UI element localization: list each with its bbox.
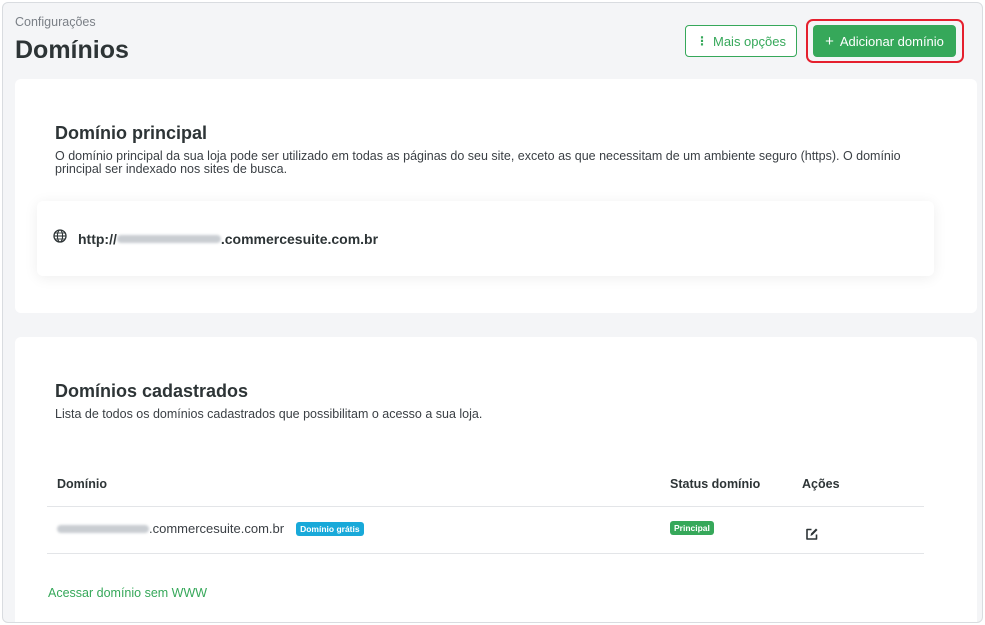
principal-domain-title: Domínio principal xyxy=(55,123,208,143)
more-vertical-icon: ⋮ xyxy=(696,34,708,48)
redacted-store-name xyxy=(57,524,149,533)
principal-domain-box: http:// .commercesuite.com.br xyxy=(37,201,934,276)
registered-domains-title: Domínios cadastrados xyxy=(55,381,249,401)
registered-domains-description: Lista de todos os domínios cadastrados q… xyxy=(55,407,483,421)
principal-domain-card: Domínio principal O domínio principal da… xyxy=(15,79,977,313)
principal-domain-url-suffix: .commercesuite.com.br xyxy=(220,230,379,247)
more-options-button[interactable]: ⋮ Mais opções xyxy=(685,25,797,57)
app-window: Configurações Domínios ⋮ Mais opções + A… xyxy=(2,2,983,623)
domain-cell: .commercesuite.com.br Domínio grátis xyxy=(57,521,364,536)
access-domain-without-www-link[interactable]: Acessar domínio sem WWW xyxy=(48,586,207,600)
breadcrumb[interactable]: Configurações xyxy=(15,15,96,29)
edit-icon[interactable] xyxy=(805,527,819,544)
plus-icon: + xyxy=(825,32,834,50)
principal-domain-url: http:// .commercesuite.com.br xyxy=(78,231,378,247)
redacted-store-name xyxy=(116,234,221,243)
free-domain-badge: Domínio grátis xyxy=(296,521,364,536)
status-badge: Principal xyxy=(670,521,714,535)
column-header-domain: Domínio xyxy=(57,477,107,491)
column-header-actions: Ações xyxy=(802,477,840,491)
column-header-status: Status domínio xyxy=(670,477,761,491)
globe-icon xyxy=(53,229,67,248)
add-domain-button[interactable]: + Adicionar domínio xyxy=(813,25,956,57)
registered-domains-card: Domínios cadastrados Lista de todos os d… xyxy=(15,337,977,622)
table-row: .commercesuite.com.br Domínio grátis Pri… xyxy=(47,507,924,554)
domain-cell-suffix: .commercesuite.com.br xyxy=(149,521,285,536)
more-options-label: Mais opções xyxy=(713,33,786,49)
status-cell: Principal xyxy=(670,521,714,535)
principal-domain-url-prefix: http:// xyxy=(78,230,117,247)
principal-domain-description: O domínio principal da sua loja pode ser… xyxy=(55,149,901,176)
add-domain-label: Adicionar domínio xyxy=(839,33,944,49)
page-title: Domínios xyxy=(15,36,129,64)
table-header: Domínio Status domínio Ações xyxy=(47,477,924,507)
